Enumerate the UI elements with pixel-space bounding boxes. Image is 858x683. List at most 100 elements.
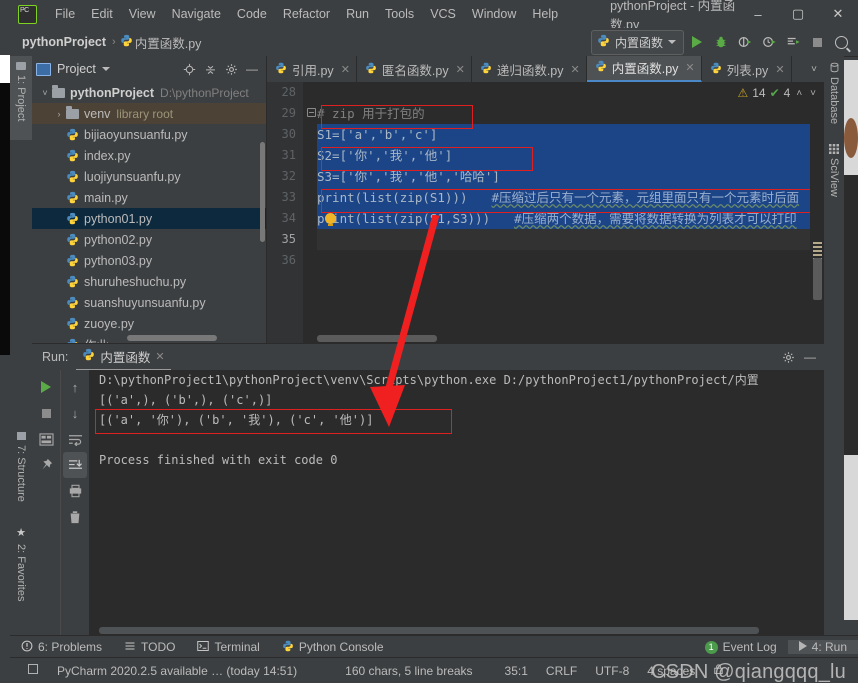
close-icon[interactable]: ✕ xyxy=(685,61,694,74)
tree-row-bijiaoyunsuanfu[interactable]: bijiaoyunsuanfu.py xyxy=(32,124,266,145)
update-notification[interactable]: PyCharm 2020.2.5 available … (today 14:5… xyxy=(48,664,306,678)
tree-row-suanshuyunsuanfu[interactable]: suanshuyunsuanfu.py xyxy=(32,292,266,313)
menu-item-help[interactable]: Help xyxy=(524,3,566,25)
close-icon[interactable]: ✕ xyxy=(571,63,580,76)
tool-button-run[interactable]: 4: Run xyxy=(788,640,858,654)
lock-icon[interactable] xyxy=(704,663,733,678)
console-icon[interactable] xyxy=(34,426,58,452)
pin-icon[interactable] xyxy=(34,452,58,478)
run-button[interactable] xyxy=(686,31,708,53)
gear-icon[interactable] xyxy=(221,59,241,79)
search-everywhere-button[interactable] xyxy=(830,31,852,53)
code-line[interactable]: # zip 用于打包的 xyxy=(317,103,824,124)
tool-button-python-console[interactable]: Python Console xyxy=(271,640,395,655)
close-button[interactable]: ✕ xyxy=(818,0,858,28)
project-file-tree[interactable]: ˅ pythonProject D:\pythonProject › venv … xyxy=(32,82,266,343)
menu-item-navigate[interactable]: Navigate xyxy=(164,3,229,25)
code-line[interactable]: print(list(zip(S1,S3)))#压缩两个数据，需要将数据转换为列… xyxy=(317,208,824,229)
sidebar-item-structure[interactable]: 7: Structure xyxy=(10,426,32,524)
menu-item-file[interactable]: File xyxy=(47,3,83,25)
run-with-console-button[interactable] xyxy=(782,31,804,53)
code-folding-strip[interactable] xyxy=(305,82,317,343)
chevron-down-icon[interactable]: ˅ xyxy=(38,88,52,98)
close-icon[interactable]: ✕ xyxy=(775,63,784,76)
menu-item-vcs[interactable]: VCS xyxy=(422,3,464,25)
profile-button[interactable] xyxy=(758,31,780,53)
chevron-down-icon[interactable] xyxy=(102,67,110,71)
intention-bulb-icon[interactable] xyxy=(325,213,336,224)
menu-item-view[interactable]: View xyxy=(121,3,164,25)
tree-row-venv[interactable]: › venv library root xyxy=(32,103,266,124)
up-arrow-icon[interactable]: ↑ xyxy=(63,374,87,400)
tree-row-pythonProject[interactable]: ˅ pythonProject D:\pythonProject xyxy=(32,82,266,103)
inspection-widget[interactable]: ⚠ 14 ✔ 4 ˄ ˅ xyxy=(737,82,824,104)
close-icon[interactable]: ✕ xyxy=(456,63,465,76)
tree-row-python02[interactable]: python02.py xyxy=(32,229,266,250)
collapse-all-icon[interactable] xyxy=(200,59,220,79)
console-horizontal-scrollbar[interactable] xyxy=(99,627,759,634)
scroll-to-end-icon[interactable] xyxy=(63,452,87,478)
code-line[interactable]: S1=['a','b','c'] xyxy=(317,124,824,145)
menu-item-window[interactable]: Window xyxy=(464,3,524,25)
tool-button-problems[interactable]: 6: Problems xyxy=(10,640,113,655)
next-problem-icon[interactable]: ˅ xyxy=(808,88,818,99)
tree-row-main[interactable]: main.py xyxy=(32,187,266,208)
menu-item-run[interactable]: Run xyxy=(338,3,377,25)
menu-item-edit[interactable]: Edit xyxy=(83,3,121,25)
editor-tab-nimingfunc[interactable]: 匿名函数.py ✕ xyxy=(357,56,472,82)
minimize-button[interactable]: – xyxy=(738,0,778,28)
breadcrumb-project[interactable]: pythonProject xyxy=(20,35,108,49)
tree-row-index[interactable]: index.py xyxy=(32,145,266,166)
code-line[interactable]: S2=['你','我','他'] xyxy=(317,145,824,166)
editor-vertical-scrollbar[interactable] xyxy=(813,258,822,300)
breadcrumb-file[interactable]: 内置函数.py xyxy=(133,33,204,52)
print-icon[interactable] xyxy=(63,478,87,504)
tool-button-todo[interactable]: TODO xyxy=(113,640,186,655)
sidebar-item-database[interactable]: Database xyxy=(824,56,844,142)
gear-icon[interactable] xyxy=(778,347,798,367)
menu-item-refactor[interactable]: Refactor xyxy=(275,3,338,25)
stop-button[interactable] xyxy=(806,31,828,53)
code-line[interactable] xyxy=(317,229,824,250)
editor-tab-yinyong[interactable]: 引用.py ✕ xyxy=(267,56,357,82)
locate-file-icon[interactable] xyxy=(179,59,199,79)
code-line[interactable] xyxy=(317,250,824,271)
previous-problem-icon[interactable]: ˄ xyxy=(794,88,804,99)
menu-item-code[interactable]: Code xyxy=(229,3,275,25)
editor-scrollbar-track[interactable] xyxy=(810,108,824,343)
code-line[interactable]: S3=['你','我','他','哈哈'] xyxy=(317,166,824,187)
show-hidden-tabs-icon[interactable]: ˅ xyxy=(804,56,824,82)
tree-row-luojiyunsuanfu[interactable]: luojiyunsuanfu.py xyxy=(32,166,266,187)
rerun-icon[interactable] xyxy=(34,374,58,400)
indent-setting[interactable]: 4 spaces xyxy=(638,664,704,678)
chevron-right-icon[interactable]: › xyxy=(52,109,66,119)
editor-tab-liebiao[interactable]: 列表.py ✕ xyxy=(702,56,792,82)
menu-item-tools[interactable]: Tools xyxy=(377,3,422,25)
tree-row-python03[interactable]: python03.py xyxy=(32,250,266,271)
sidebar-item-favorites[interactable]: ★ 2: Favorites xyxy=(10,520,32,622)
tree-row-zuoye[interactable]: zuoye.py xyxy=(32,313,266,334)
editor-tab-diguifunc[interactable]: 递归函数.py ✕ xyxy=(472,56,587,82)
maximize-button[interactable]: ▢ xyxy=(778,0,818,28)
trash-icon[interactable] xyxy=(63,504,87,530)
close-icon[interactable]: ✕ xyxy=(341,63,350,76)
close-icon[interactable]: ✕ xyxy=(155,350,164,363)
code-editor[interactable]: 28 29 30 31 32 33 34 35 36 # zip 用于打包的 S… xyxy=(267,82,824,343)
editor-horizontal-scrollbar[interactable] xyxy=(317,335,437,342)
caret-position[interactable]: 35:1 xyxy=(496,664,537,678)
update-icon[interactable] xyxy=(18,663,48,678)
sidebar-item-project[interactable]: 1: Project xyxy=(10,56,32,140)
stop-icon[interactable] xyxy=(34,400,58,426)
hide-panel-icon[interactable]: — xyxy=(800,347,820,367)
run-with-coverage-button[interactable] xyxy=(734,31,756,53)
tree-vertical-scrollbar[interactable] xyxy=(260,142,265,242)
code-line[interactable]: print(list(zip(S1)))#压缩过后只有一个元素，元组里面只有一个… xyxy=(317,187,824,208)
hide-panel-icon[interactable]: — xyxy=(242,59,262,79)
fold-marker-icon[interactable] xyxy=(307,108,316,117)
tool-button-event-log[interactable]: 1 Event Log xyxy=(694,640,788,654)
run-session-tab[interactable]: 内置函数 ✕ xyxy=(76,344,170,371)
line-separator[interactable]: CRLF xyxy=(537,664,586,678)
tool-button-terminal[interactable]: Terminal xyxy=(186,640,270,655)
run-console-output[interactable]: D:\pythonProject1\pythonProject\venv\Scr… xyxy=(89,370,824,636)
run-configuration-selector[interactable]: 内置函数 xyxy=(591,30,684,55)
